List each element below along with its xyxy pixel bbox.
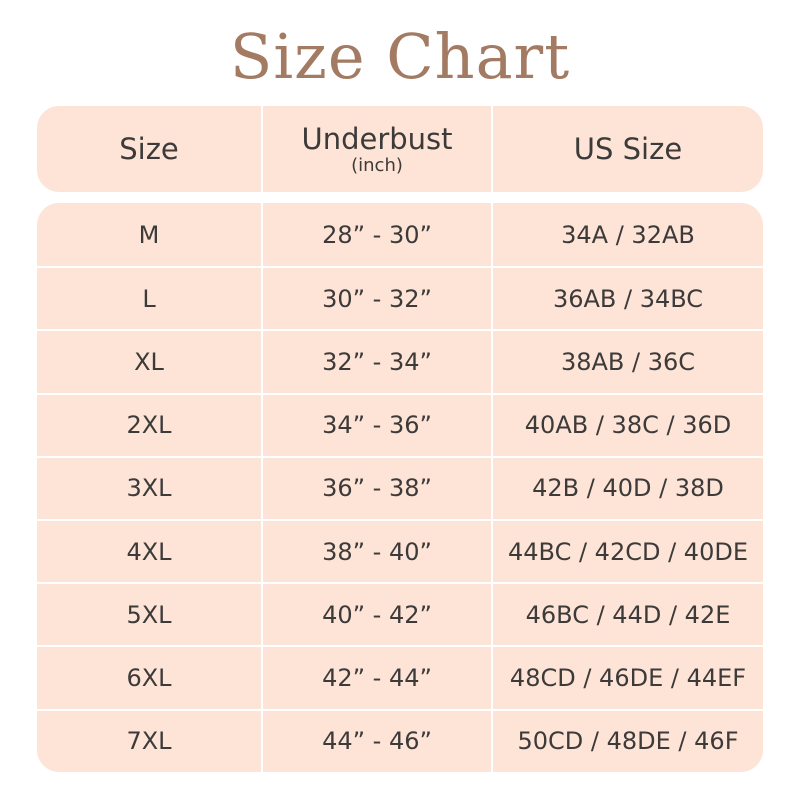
header-underbust-label: Underbust (301, 122, 453, 156)
underbust-cell: 28” - 30” (261, 203, 491, 267)
table-row: 2XL 34” - 36” 40AB / 38C / 36D (37, 392, 763, 456)
underbust-cell: 38” - 40” (261, 520, 491, 583)
underbust-cell: 34” - 36” (261, 394, 491, 456)
size-cell: 6XL (126, 663, 172, 692)
underbust-cell: 40” - 42” (261, 584, 491, 646)
header-us-size-label: US Size (573, 132, 683, 166)
size-cell: L (142, 284, 156, 313)
size-cell: XL (134, 347, 164, 376)
size-cell: 4XL (126, 537, 172, 566)
header-size-label: Size (119, 132, 179, 166)
us-size-cell: 40AB / 38C / 36D (491, 394, 763, 456)
underbust-cell: 30” - 32” (261, 268, 491, 330)
underbust-cell: 36” - 38” (261, 457, 491, 519)
table-row: 3XL 36” - 38” 42B / 40D / 38D (37, 455, 763, 519)
size-cell: M (138, 220, 160, 249)
size-cell: 2XL (126, 411, 172, 440)
us-size-cell: 48CD / 46DE / 44EF (491, 647, 763, 709)
header-us-size: US Size (491, 106, 763, 192)
us-size-cell: 34A / 32AB (491, 203, 763, 267)
page-title: Size Chart (229, 20, 571, 93)
table-row: 6XL 42” - 44” 48CD / 46DE / 44EF (37, 645, 763, 709)
us-size-cell: 42B / 40D / 38D (491, 457, 763, 519)
us-size-cell: 36AB / 34BC (491, 268, 763, 330)
header-size: Size (37, 106, 261, 192)
underbust-cell: 44” - 46” (261, 710, 491, 772)
underbust-cell: 42” - 44” (261, 647, 491, 709)
header-underbust: Underbust (inch) (261, 106, 491, 192)
table-row: XL 32” - 34” 38AB / 36C (37, 329, 763, 393)
us-size-cell: 44BC / 42CD / 40DE (491, 520, 763, 583)
table-row: 5XL 40” - 42” 46BC / 44D / 42E (37, 582, 763, 646)
size-cell: 3XL (126, 474, 172, 503)
underbust-cell: 32” - 34” (261, 331, 491, 393)
us-size-cell: 46BC / 44D / 42E (491, 584, 763, 646)
table-row: L 30” - 32” 36AB / 34BC (37, 266, 763, 330)
size-cell: 5XL (126, 600, 172, 629)
size-cell: 7XL (126, 727, 172, 756)
table-header: Size Underbust (inch) US Size (37, 106, 763, 192)
table-row: M 28” - 30” 34A / 32AB (37, 203, 763, 267)
table-body: M 28” - 30” 34A / 32AB L 30” - 32” 36AB … (37, 203, 763, 772)
us-size-cell: 38AB / 36C (491, 331, 763, 393)
table-row: 4XL 38” - 40” 44BC / 42CD / 40DE (37, 518, 763, 583)
header-underbust-unit: (inch) (351, 155, 403, 176)
us-size-cell: 50CD / 48DE / 46F (491, 710, 763, 772)
table-row: 7XL 44” - 46” 50CD / 48DE / 46F (37, 708, 763, 772)
